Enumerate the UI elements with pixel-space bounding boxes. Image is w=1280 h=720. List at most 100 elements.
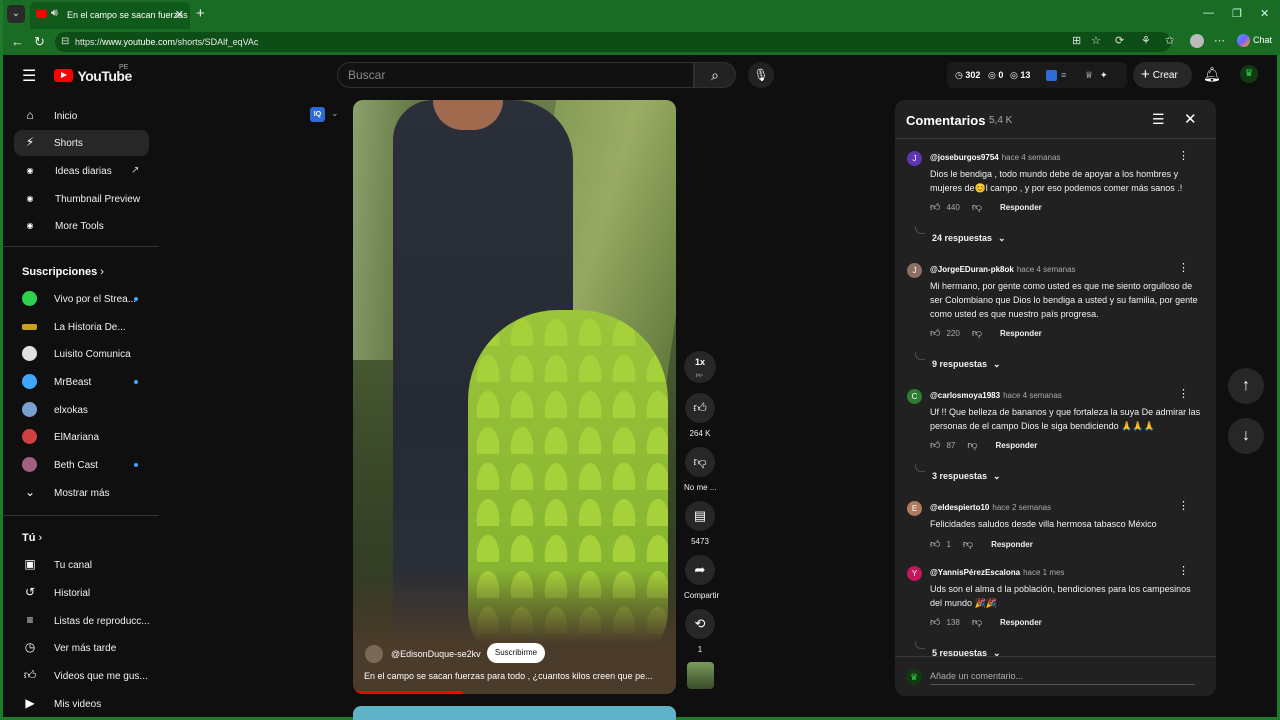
list-icon[interactable]: ≡: [1061, 70, 1066, 80]
view-replies-button[interactable]: 9 respuestas ⌄: [932, 359, 1001, 370]
remix-action[interactable]: ⟲ 1: [684, 609, 716, 654]
restore-icon[interactable]: ❐: [1232, 7, 1242, 20]
comment-avatar[interactable]: E: [907, 501, 922, 516]
comment-author[interactable]: @JorgeEDuran-pk8ok: [930, 265, 1014, 274]
you-heading[interactable]: Tú ›: [22, 532, 42, 544]
subscribe-button[interactable]: Suscribirme: [487, 643, 545, 663]
comment-more-icon[interactable]: ⋮: [1178, 499, 1189, 512]
sidebar-sub-item[interactable]: MrBeast: [14, 369, 149, 395]
comment-time[interactable]: hace 4 semanas: [1017, 265, 1076, 274]
apps-icon[interactable]: ⊞: [1072, 34, 1081, 47]
close-tab-icon[interactable]: ✕: [175, 8, 184, 21]
dislike-action[interactable]: 👎︎ No me ...: [684, 447, 716, 492]
site-info-icon[interactable]: ⊟: [61, 36, 69, 47]
comment-time[interactable]: hace 2 semanas: [992, 503, 1051, 512]
more-options-icon[interactable]: ⋯: [1214, 34, 1225, 47]
sidebar-sub-item[interactable]: La Historia De...: [14, 314, 149, 340]
sidebar-item-playlists[interactable]: ≡ Listas de reproducc...: [14, 608, 149, 634]
comment-avatar[interactable]: J: [907, 151, 922, 166]
sparkle-icon[interactable]: ✦: [1100, 70, 1108, 81]
comment-dislike-icon[interactable]: 👎︎: [972, 202, 982, 213]
favorite-icon[interactable]: ☆: [1091, 34, 1101, 47]
comment-like-icon[interactable]: 👍︎: [930, 617, 940, 628]
remix-icon[interactable]: ⟲: [685, 609, 715, 639]
reply-button[interactable]: Responder: [996, 441, 1038, 450]
comment-more-icon[interactable]: ⋮: [1178, 149, 1189, 162]
sidebar-sub-item[interactable]: Luisito Comunica: [14, 341, 149, 367]
sidebar-sub-item[interactable]: elxokas: [14, 397, 149, 423]
comment-author[interactable]: @YannisPérezEscalona: [930, 568, 1020, 577]
share-icon[interactable]: ➦: [685, 555, 715, 585]
comment-more-icon[interactable]: ⋮: [1178, 261, 1189, 274]
video-progress-bar[interactable]: [353, 691, 463, 694]
sidebar-sub-item[interactable]: ElMariana: [14, 424, 149, 450]
comment-icon[interactable]: ▤: [685, 501, 715, 531]
comment-like-icon[interactable]: 👍︎: [930, 539, 940, 550]
comment-avatar[interactable]: J: [907, 263, 922, 278]
comment-like-icon[interactable]: 👍︎: [930, 202, 940, 213]
close-window-icon[interactable]: ✕: [1260, 7, 1269, 20]
previous-short-button[interactable]: ↑: [1228, 368, 1264, 404]
voice-search-button[interactable]: 🎙︎: [748, 62, 774, 88]
reload-icon[interactable]: ↻: [34, 34, 45, 50]
account-avatar[interactable]: ♛: [1240, 65, 1258, 83]
vidiq-stats-bar[interactable]: ◷ 302 ◎ 0 ◎ 13 ≡ ♕ ✦: [947, 62, 1127, 88]
notifications-bell-icon[interactable]: 🔔︎: [1203, 66, 1221, 83]
thumbs-up-icon[interactable]: 👍︎: [685, 393, 715, 423]
sidebar-item-ideas-diarias[interactable]: ◉ Ideas diarias ↗: [14, 158, 149, 184]
vidiq-badge-icon[interactable]: IQ: [310, 107, 325, 122]
short-caption[interactable]: En el campo se sacan fuerzas para todo ,…: [364, 671, 664, 681]
comment-dislike-icon[interactable]: 👎︎: [967, 440, 977, 451]
sidebar-item-more-tools[interactable]: ◉ More Tools: [14, 213, 149, 239]
favorites-bar-icon[interactable]: ✩: [1165, 34, 1174, 47]
comments-action[interactable]: ▤ 5473: [684, 501, 716, 546]
next-short-preview[interactable]: [353, 706, 676, 720]
search-input[interactable]: [348, 68, 668, 82]
comment-time[interactable]: hace 4 semanas: [1002, 153, 1061, 162]
share-action[interactable]: ➦ Compartir: [684, 555, 719, 600]
sidebar-item-liked-videos[interactable]: 👍︎ Videos que me gus...: [14, 663, 149, 689]
speaker-icon[interactable]: 🔊︎: [51, 7, 58, 20]
extensions-icon[interactable]: ⚘: [1141, 34, 1151, 47]
short-video-player[interactable]: [353, 100, 676, 694]
view-replies-button[interactable]: 3 respuestas ⌄: [932, 471, 1001, 482]
add-comment-input[interactable]: [930, 667, 1195, 685]
extension-icon[interactable]: ⟳: [1115, 34, 1124, 47]
comment-more-icon[interactable]: ⋮: [1178, 564, 1189, 577]
trophy-icon[interactable]: ♕: [1085, 70, 1093, 81]
playback-speed-button[interactable]: 1x ▹▹: [684, 351, 716, 383]
sidebar-item-tu-canal[interactable]: ▣ Tu canal: [14, 552, 149, 578]
close-icon[interactable]: ✕: [1184, 110, 1197, 128]
comment-avatar[interactable]: C: [907, 389, 922, 404]
comment-author[interactable]: @joseburgos9754: [930, 153, 999, 162]
sound-thumbnail[interactable]: [687, 662, 714, 689]
comment-time[interactable]: hace 1 mes: [1023, 568, 1064, 577]
new-tab-icon[interactable]: +: [196, 5, 205, 22]
sidebar-item-thumbnail-preview[interactable]: ◉ Thumbnail Preview: [14, 186, 149, 212]
sidebar-sub-item[interactable]: Beth Cast: [14, 452, 149, 478]
sidebar-item-inicio[interactable]: ⌂ Inicio: [14, 103, 149, 129]
youtube-logo[interactable]: YouTube PE: [54, 64, 132, 85]
back-icon[interactable]: ←: [11, 34, 24, 49]
tab-menu-button[interactable]: ⌄: [7, 5, 25, 23]
comment-like-icon[interactable]: 👍︎: [930, 440, 940, 451]
sidebar-sub-item[interactable]: Vivo por el Strea...: [14, 286, 149, 312]
sidebar-item-historial[interactable]: ↺ Historial: [14, 580, 149, 606]
comment-dislike-icon[interactable]: 👎︎: [972, 328, 982, 339]
comment-time[interactable]: hace 4 semanas: [1003, 391, 1062, 400]
sidebar-item-shorts[interactable]: ⚡︎ Shorts: [14, 130, 149, 156]
sort-icon[interactable]: ☰: [1152, 111, 1165, 128]
comment-author[interactable]: @carlosmoya1983: [930, 391, 1000, 400]
like-action[interactable]: 👍︎ 264 K: [684, 393, 716, 438]
guide-menu-icon[interactable]: ☰: [22, 66, 36, 86]
view-replies-button[interactable]: 24 respuestas ⌄: [932, 233, 1006, 244]
sidebar-item-watch-later[interactable]: ◷ Ver más tarde: [14, 635, 149, 661]
comment-avatar[interactable]: Y: [907, 566, 922, 581]
create-button[interactable]: + Crear: [1133, 62, 1192, 88]
comment-author[interactable]: @eldespierto10: [930, 503, 989, 512]
reply-button[interactable]: Responder: [991, 540, 1033, 549]
next-short-button[interactable]: ↓: [1228, 418, 1264, 454]
vidiq-icon[interactable]: [1046, 70, 1057, 81]
sidebar-item-my-videos[interactable]: ▶︎ Mis videos: [14, 691, 149, 717]
reply-button[interactable]: Responder: [1000, 618, 1042, 627]
